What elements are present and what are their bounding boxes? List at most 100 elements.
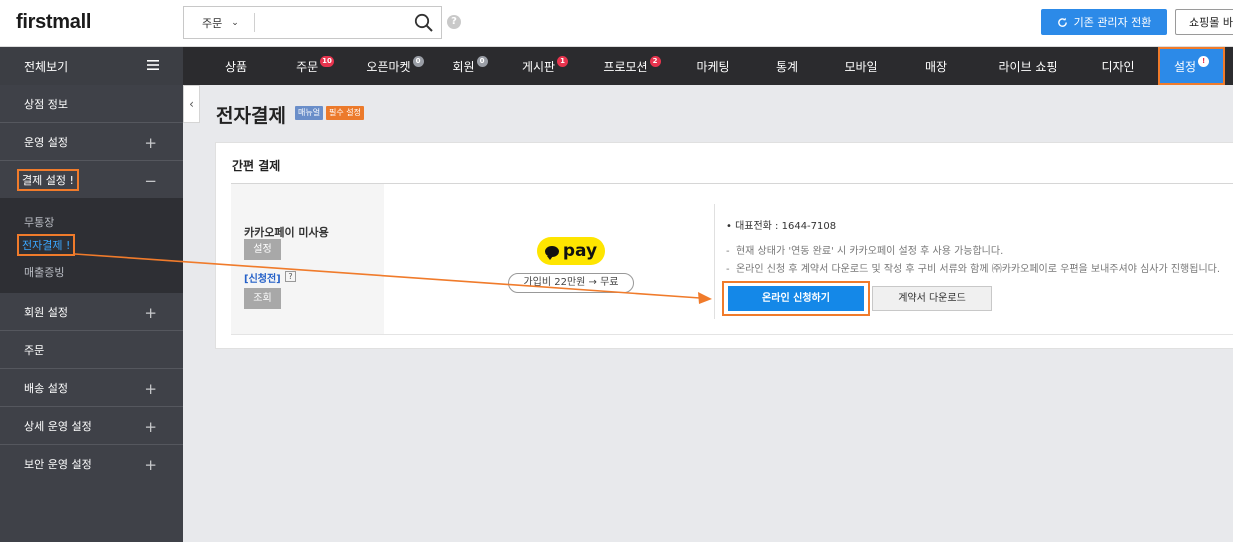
- top-header: firstmall 주문 ⌄ ? 기존 관리자 전환 쇼핑몰 바로가기: [0, 0, 1233, 47]
- contract-download-button[interactable]: 계약서 다운로드: [872, 286, 992, 311]
- info-line-2: - 온라인 신청 후 계약서 다운로드 및 작성 후 구비 서류와 함께 ㈜카카…: [726, 264, 1221, 275]
- nav-item-live-shopping[interactable]: 라이브 쇼핑: [978, 47, 1078, 85]
- sidebar-submenu: 무통장 전자결제 ! 매출증빙: [0, 198, 183, 293]
- nav-item-promotion[interactable]: 프로모션 2: [592, 47, 672, 85]
- nav-badge: 2: [649, 55, 661, 67]
- search-input[interactable]: [259, 10, 409, 35]
- search-divider: [254, 13, 255, 32]
- info-line-1-text: 현재 상태가 '연동 완료' 시 카카오페이 설정 후 사용 가능합니다.: [735, 246, 1004, 257]
- nav-badge: 10: [320, 55, 334, 67]
- chat-bubble-icon: [544, 245, 559, 260]
- sidebar-item-order[interactable]: 주문: [0, 331, 183, 369]
- nav-label: 설정: [1173, 59, 1197, 74]
- kakaopay-row: 카카오페이 미사용 설정 [신청전] ? 조회 pay 가입비 22만원 → 무…: [231, 184, 1233, 335]
- sidebar-item-shipping[interactable]: 배송 설정 +: [0, 369, 183, 407]
- search-box: 주문 ⌄: [183, 6, 442, 39]
- nav-label: 매장: [924, 59, 948, 74]
- menu-icon: [147, 60, 159, 70]
- apply-status: [신청전]: [244, 274, 281, 285]
- sidebar-item-label: 운영 설정: [24, 135, 68, 149]
- sidebar: 상점 정보 운영 설정 + 결제 설정 ! − 무통장 전자결제 ! 매출증빙 회…: [0, 85, 183, 542]
- sidebar-item-operation[interactable]: 운영 설정 +: [0, 123, 183, 161]
- sidebar-item-detail-operation[interactable]: 상세 운영 설정 +: [0, 407, 183, 445]
- card-title: 간편 결제: [232, 159, 281, 173]
- nav-item-members[interactable]: 회원 0: [440, 47, 500, 85]
- nav-item-settings[interactable]: 설정!: [1158, 47, 1225, 85]
- all-view-button[interactable]: 전체보기: [0, 47, 183, 85]
- kakaopay-logo: pay: [537, 237, 605, 265]
- nav-item-products[interactable]: 상품: [204, 47, 268, 85]
- sidebar-item-label: 상세 운영 설정: [24, 419, 92, 433]
- plus-icon: +: [144, 380, 157, 398]
- plus-icon: +: [144, 456, 157, 474]
- nav-item-mobile[interactable]: 모바일: [830, 47, 892, 85]
- sidebar-subitem-electronic-payment[interactable]: 전자결제 !: [16, 234, 76, 256]
- sidebar-item-label: 상점 정보: [24, 97, 68, 111]
- refresh-icon: [1057, 17, 1067, 27]
- nav-item-open-market[interactable]: 오픈마켓 0: [358, 47, 432, 85]
- nav-label: 디자인: [1101, 59, 1135, 74]
- kakaopay-label-cell: 카카오페이 미사용 설정 [신청전] ? 조회: [231, 184, 384, 334]
- main-nav: 전체보기 상품 주문 10 오픈마켓 0 회원 0 게시판 1 프로모션 2 마케팅 통계…: [0, 47, 1233, 85]
- help-icon[interactable]: ?: [447, 15, 461, 29]
- simple-payment-card: 간편 결제 카카오페이 미사용 설정 [신청전] ? 조회 pay 가입비 22…: [215, 142, 1233, 349]
- lookup-button[interactable]: 조회: [244, 288, 281, 309]
- nav-badge: !: [1198, 55, 1210, 67]
- sidebar-item-label: 결제 설정 !: [17, 169, 79, 191]
- nav-item-marketing[interactable]: 마케팅: [680, 47, 746, 85]
- nav-badge: 0: [412, 55, 424, 67]
- info-phone: • 대표전화 : 1644-7108: [726, 221, 837, 232]
- sidebar-subitem-sales-evidence[interactable]: 매출증빙: [24, 264, 64, 280]
- switch-admin-button[interactable]: 기존 관리자 전환: [1041, 9, 1167, 35]
- nav-item-board[interactable]: 게시판 1: [510, 47, 580, 85]
- minus-icon: −: [144, 172, 157, 190]
- nav-label: 라이브 쇼핑: [998, 59, 1058, 74]
- required-tag: 필수 설정: [326, 106, 364, 120]
- page-title: 전자결제: [216, 105, 286, 127]
- sidebar-item-label: 보안 운영 설정: [24, 458, 92, 471]
- nav-label: 모바일: [844, 59, 878, 74]
- sidebar-item-store-info[interactable]: 상점 정보: [0, 85, 183, 123]
- sidebar-item-label: 주문: [24, 343, 45, 357]
- sidebar-collapse-button[interactable]: ‹: [183, 85, 200, 123]
- nav-badge: 0: [476, 55, 488, 67]
- chevron-down-icon: ⌄: [231, 17, 239, 28]
- nav-item-orders[interactable]: 주문 10: [280, 47, 350, 85]
- nav-label: 통계: [775, 59, 799, 74]
- sidebar-item-label: 회원 설정: [24, 305, 68, 319]
- highlight-box: [722, 281, 870, 316]
- fee-badge: 가입비 22만원 → 무료: [508, 273, 634, 293]
- info-divider: [714, 204, 715, 319]
- nav-badge: 1: [557, 55, 569, 67]
- sidebar-item-label: 배송 설정: [24, 381, 68, 395]
- plus-icon: +: [144, 418, 157, 436]
- nav-item-store[interactable]: 매장: [906, 47, 966, 85]
- chevron-left-icon: ‹: [189, 97, 194, 111]
- search-category-label: 주문: [202, 16, 223, 30]
- nav-label: 상품: [224, 59, 248, 74]
- logo[interactable]: firstmall: [16, 11, 91, 34]
- nav-item-statistics[interactable]: 통계: [756, 47, 818, 85]
- nav-label: 프로모션: [603, 59, 648, 74]
- all-view-label: 전체보기: [24, 59, 69, 74]
- sidebar-subitem-bank-transfer[interactable]: 무통장: [24, 214, 54, 230]
- info-line-2-text: 온라인 신청 후 계약서 다운로드 및 작성 후 구비 서류와 함께 ㈜카카오페…: [735, 264, 1221, 275]
- sidebar-item-security[interactable]: 보안 운영 설정 +: [0, 445, 183, 483]
- manual-tag[interactable]: 매뉴얼: [295, 106, 324, 120]
- nav-item-design[interactable]: 디자인: [1086, 47, 1150, 85]
- nav-label: 마케팅: [696, 59, 730, 74]
- kakaopay-status-label: 카카오페이 미사용: [244, 226, 329, 239]
- pay-text: pay: [562, 241, 598, 261]
- nav-label: 주문: [296, 59, 319, 74]
- question-icon[interactable]: ?: [285, 271, 296, 282]
- sidebar-item-member[interactable]: 회원 설정 +: [0, 293, 183, 331]
- shop-button[interactable]: 쇼핑몰 바로가기: [1175, 9, 1233, 35]
- info-phone-text: 대표전화 : 1644-7108: [735, 221, 837, 232]
- nav-label: 회원: [452, 59, 475, 74]
- plus-icon: +: [144, 304, 157, 322]
- sidebar-item-payment[interactable]: 결제 설정 ! −: [0, 161, 183, 199]
- plus-icon: +: [144, 134, 157, 152]
- search-category-select[interactable]: 주문 ⌄: [184, 7, 254, 38]
- search-icon[interactable]: [414, 13, 434, 33]
- setting-button[interactable]: 설정: [244, 239, 281, 260]
